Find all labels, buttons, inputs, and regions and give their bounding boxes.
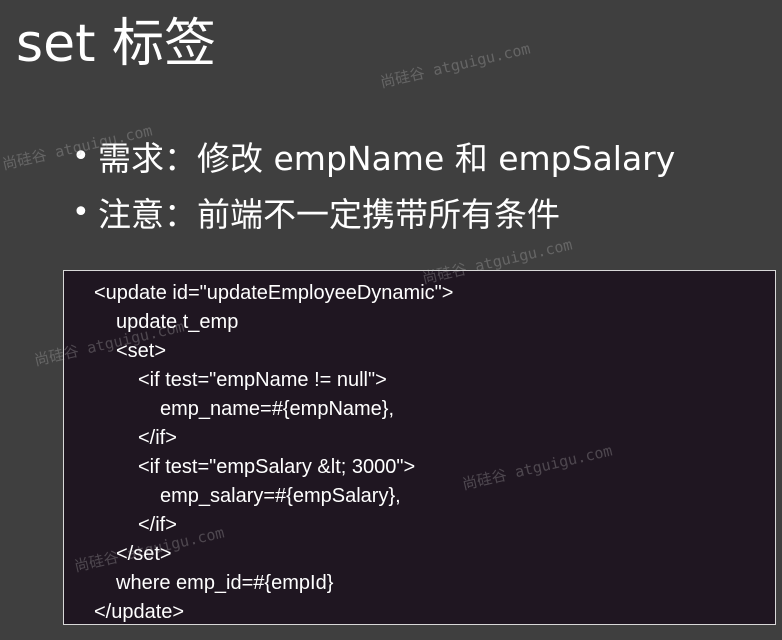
code-line: </if> bbox=[138, 427, 177, 449]
code-line: </update> bbox=[94, 601, 185, 623]
code-line: where emp_id=#{empId} bbox=[116, 572, 334, 594]
bullet-item-note: • 注意：前端不一定携带所有条件 bbox=[72, 184, 675, 240]
watermark: 尚硅谷 atguigu.com bbox=[378, 39, 532, 92]
bullet-dot-icon: • bbox=[72, 138, 90, 174]
code-line: emp_salary=#{empSalary}, bbox=[160, 485, 401, 507]
code-line: update t_emp bbox=[116, 311, 239, 333]
bullet-text: 需求：修改 empName 和 empSalary bbox=[98, 139, 676, 178]
code-line: <update id="updateEmployeeDynamic"> bbox=[94, 282, 454, 304]
bullet-item-requirement: • 需求：修改 empName 和 empSalary bbox=[72, 128, 675, 184]
code-line: </set> bbox=[116, 543, 172, 565]
bullet-dot-icon: • bbox=[72, 194, 90, 230]
code-line: emp_name=#{empName}, bbox=[160, 398, 395, 420]
code-line: <if test="empSalary &lt; 3000"> bbox=[138, 456, 416, 478]
bullet-text: 注意：前端不一定携带所有条件 bbox=[98, 195, 560, 234]
slide-title: set 标签 bbox=[16, 14, 217, 74]
code-line: <if test="empName != null"> bbox=[138, 369, 387, 391]
bullet-list: • 需求：修改 empName 和 empSalary • 注意：前端不一定携带… bbox=[72, 128, 675, 240]
code-line: <set> bbox=[116, 340, 167, 362]
code-block: <update id="updateEmployeeDynamic"> upda… bbox=[63, 270, 776, 625]
code-line: </if> bbox=[138, 514, 177, 536]
